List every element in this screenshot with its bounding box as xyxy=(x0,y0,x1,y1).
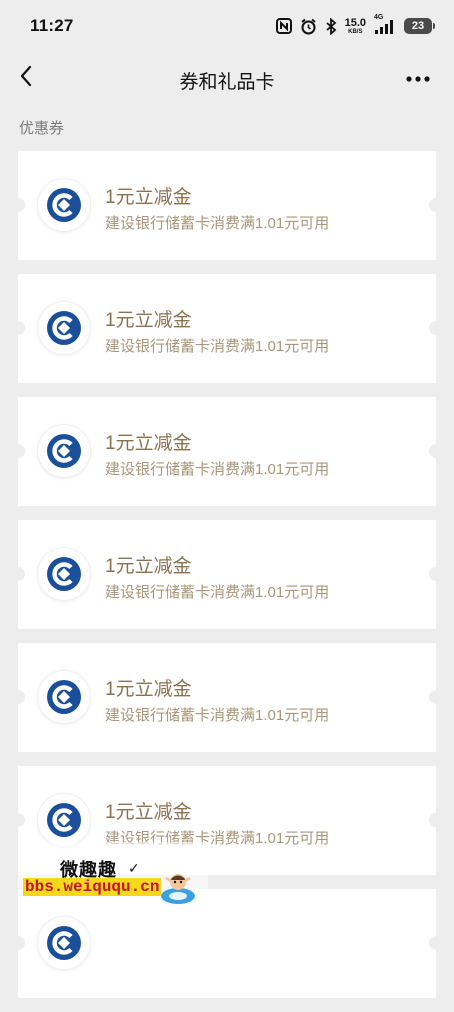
card-notch-left xyxy=(11,936,25,950)
page-title: 券和礼品卡 xyxy=(179,72,275,93)
card-notch-left xyxy=(11,321,25,335)
ccb-logo-icon xyxy=(38,179,90,231)
coupon-title: 1元立减金 xyxy=(105,187,192,208)
card-notch-right xyxy=(429,567,443,581)
coupon-card[interactable]: 1元立减金 建设银行储蓄卡消费满1.01元可用 xyxy=(11,643,443,752)
card-notch-right xyxy=(429,690,443,704)
card-notch-left xyxy=(11,444,25,458)
ccb-logo-icon xyxy=(38,917,90,969)
card-notch-right xyxy=(429,444,443,458)
card-notch-left xyxy=(11,198,25,212)
card-notch-right xyxy=(429,321,443,335)
net-speed-value: 15.0 xyxy=(344,16,366,29)
coupon-card[interactable]: 1元立减金 建设银行储蓄卡消费满1.01元可用 xyxy=(11,520,443,629)
coupon-title: 1元立减金 xyxy=(105,679,192,700)
status-bar: 11:27 15.0 KB/S 4G 23 xyxy=(0,0,454,52)
coupon-desc: 建设银行储蓄卡消费满1.01元可用 xyxy=(105,707,330,724)
more-horizontal-icon xyxy=(406,69,430,87)
coupon-desc: 建设银行储蓄卡消费满1.01元可用 xyxy=(105,584,330,601)
card-notch-left xyxy=(11,690,25,704)
net-speed: 15.0 KB/S xyxy=(344,16,366,35)
coupon-title: 1元立减金 xyxy=(105,433,192,454)
watermark-url: bbs.weiququ.cn xyxy=(23,878,162,896)
card-notch-left xyxy=(11,567,25,581)
ccb-logo-icon xyxy=(38,302,90,354)
ccb-logo-icon xyxy=(38,548,90,600)
battery-icon: 23 xyxy=(404,18,435,34)
coupon-desc: 建设银行储蓄卡消费满1.01元可用 xyxy=(105,338,330,355)
coupon-card[interactable]: 1元立减金 建设银行储蓄卡消费满1.01元可用 xyxy=(11,274,443,383)
card-notch-right xyxy=(429,936,443,950)
nfc-icon xyxy=(275,18,292,34)
watermark-mark-icon: ✓ xyxy=(128,860,140,876)
more-button[interactable] xyxy=(396,62,440,94)
coupon-title: 1元立减金 xyxy=(105,556,192,577)
status-icons: 15.0 KB/S 4G 23 xyxy=(275,14,435,37)
card-notch-right xyxy=(429,813,443,827)
coupon-title: 1元立减金 xyxy=(105,310,192,331)
nav-bar: 券和礼品卡 xyxy=(0,52,454,104)
section-title-coupons: 优惠券 xyxy=(19,120,65,137)
ccb-logo-icon xyxy=(38,425,90,477)
ccb-logo-icon xyxy=(38,671,90,723)
alarm-icon xyxy=(300,18,317,35)
card-notch-left xyxy=(11,813,25,827)
coupon-desc: 建设银行储蓄卡消费满1.01元可用 xyxy=(105,461,330,478)
net-speed-unit: KB/S xyxy=(348,28,363,35)
status-time: 11:27 xyxy=(30,16,74,35)
bluetooth-icon xyxy=(325,17,337,35)
mascot-icon xyxy=(158,868,198,911)
coupon-card[interactable]: 1元立减金 建设银行储蓄卡消费满1.01元可用 xyxy=(11,151,443,260)
card-notch-right xyxy=(429,198,443,212)
watermark: 微趣趣 ✓ bbs.weiququ.cn xyxy=(0,838,260,920)
coupon-title: 1元立减金 xyxy=(105,802,192,823)
coupon-desc: 建设银行储蓄卡消费满1.01元可用 xyxy=(105,215,330,232)
coupon-card[interactable]: 1元立减金 建设银行储蓄卡消费满1.01元可用 xyxy=(11,397,443,506)
signal-icon: 4G xyxy=(374,14,396,34)
network-type-label: 4G xyxy=(374,14,384,21)
